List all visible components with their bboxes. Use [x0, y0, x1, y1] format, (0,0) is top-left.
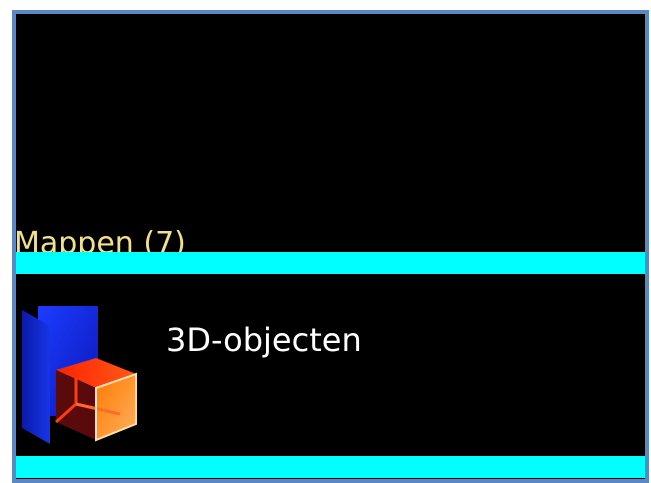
selection-highlight-bottom — [16, 456, 645, 478]
selection-highlight-top — [16, 252, 645, 274]
3d-objects-folder-icon — [20, 304, 140, 444]
explorer-view: : Mappen (7) — [12, 10, 649, 483]
folder-item-3d-objects[interactable]: 3D-objecten — [16, 274, 645, 456]
folder-label: 3D-objecten — [166, 321, 362, 359]
clipped-text: : — [16, 119, 17, 149]
